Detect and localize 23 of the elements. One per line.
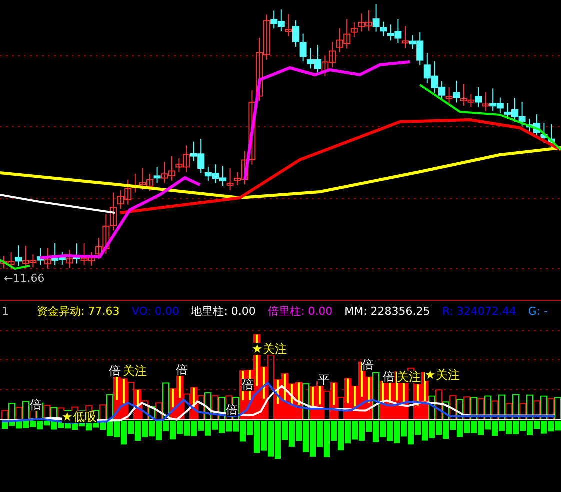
signal-label: 倍 bbox=[362, 359, 374, 371]
signal-label: ★关注 bbox=[252, 343, 287, 355]
indicator-value: R: 324072.44 bbox=[442, 304, 516, 318]
signal-label: 倍 bbox=[226, 404, 238, 416]
indicator-value: G: - bbox=[528, 304, 548, 318]
indicator-value: 倍里柱: 0.00 bbox=[268, 304, 333, 318]
row-number: 1 bbox=[2, 304, 9, 318]
signal-label: ★关注 bbox=[425, 369, 460, 381]
signal-label: 倍 bbox=[383, 371, 395, 383]
signal-label: 关注 bbox=[397, 371, 421, 383]
indicator-value: MM: 228356.25 bbox=[344, 304, 430, 318]
indicator-value: 地里柱: 0.00 bbox=[191, 304, 256, 318]
indicator-value: VO: 0.00 bbox=[132, 304, 180, 318]
indicator-value: 资金异动: 77.63 bbox=[37, 304, 120, 318]
signal-label: 平 bbox=[318, 374, 330, 386]
signal-label: 倍 bbox=[109, 365, 121, 377]
signal-label: 倍 bbox=[176, 364, 188, 376]
signal-label: ★低吸 bbox=[62, 411, 97, 423]
signal-label: 关注 bbox=[123, 365, 147, 377]
low-price-label: ←11.66 bbox=[4, 272, 45, 285]
signal-label: 倍 bbox=[242, 379, 254, 391]
trend-line bbox=[0, 259, 30, 270]
signal-label: 倍 bbox=[30, 399, 42, 411]
